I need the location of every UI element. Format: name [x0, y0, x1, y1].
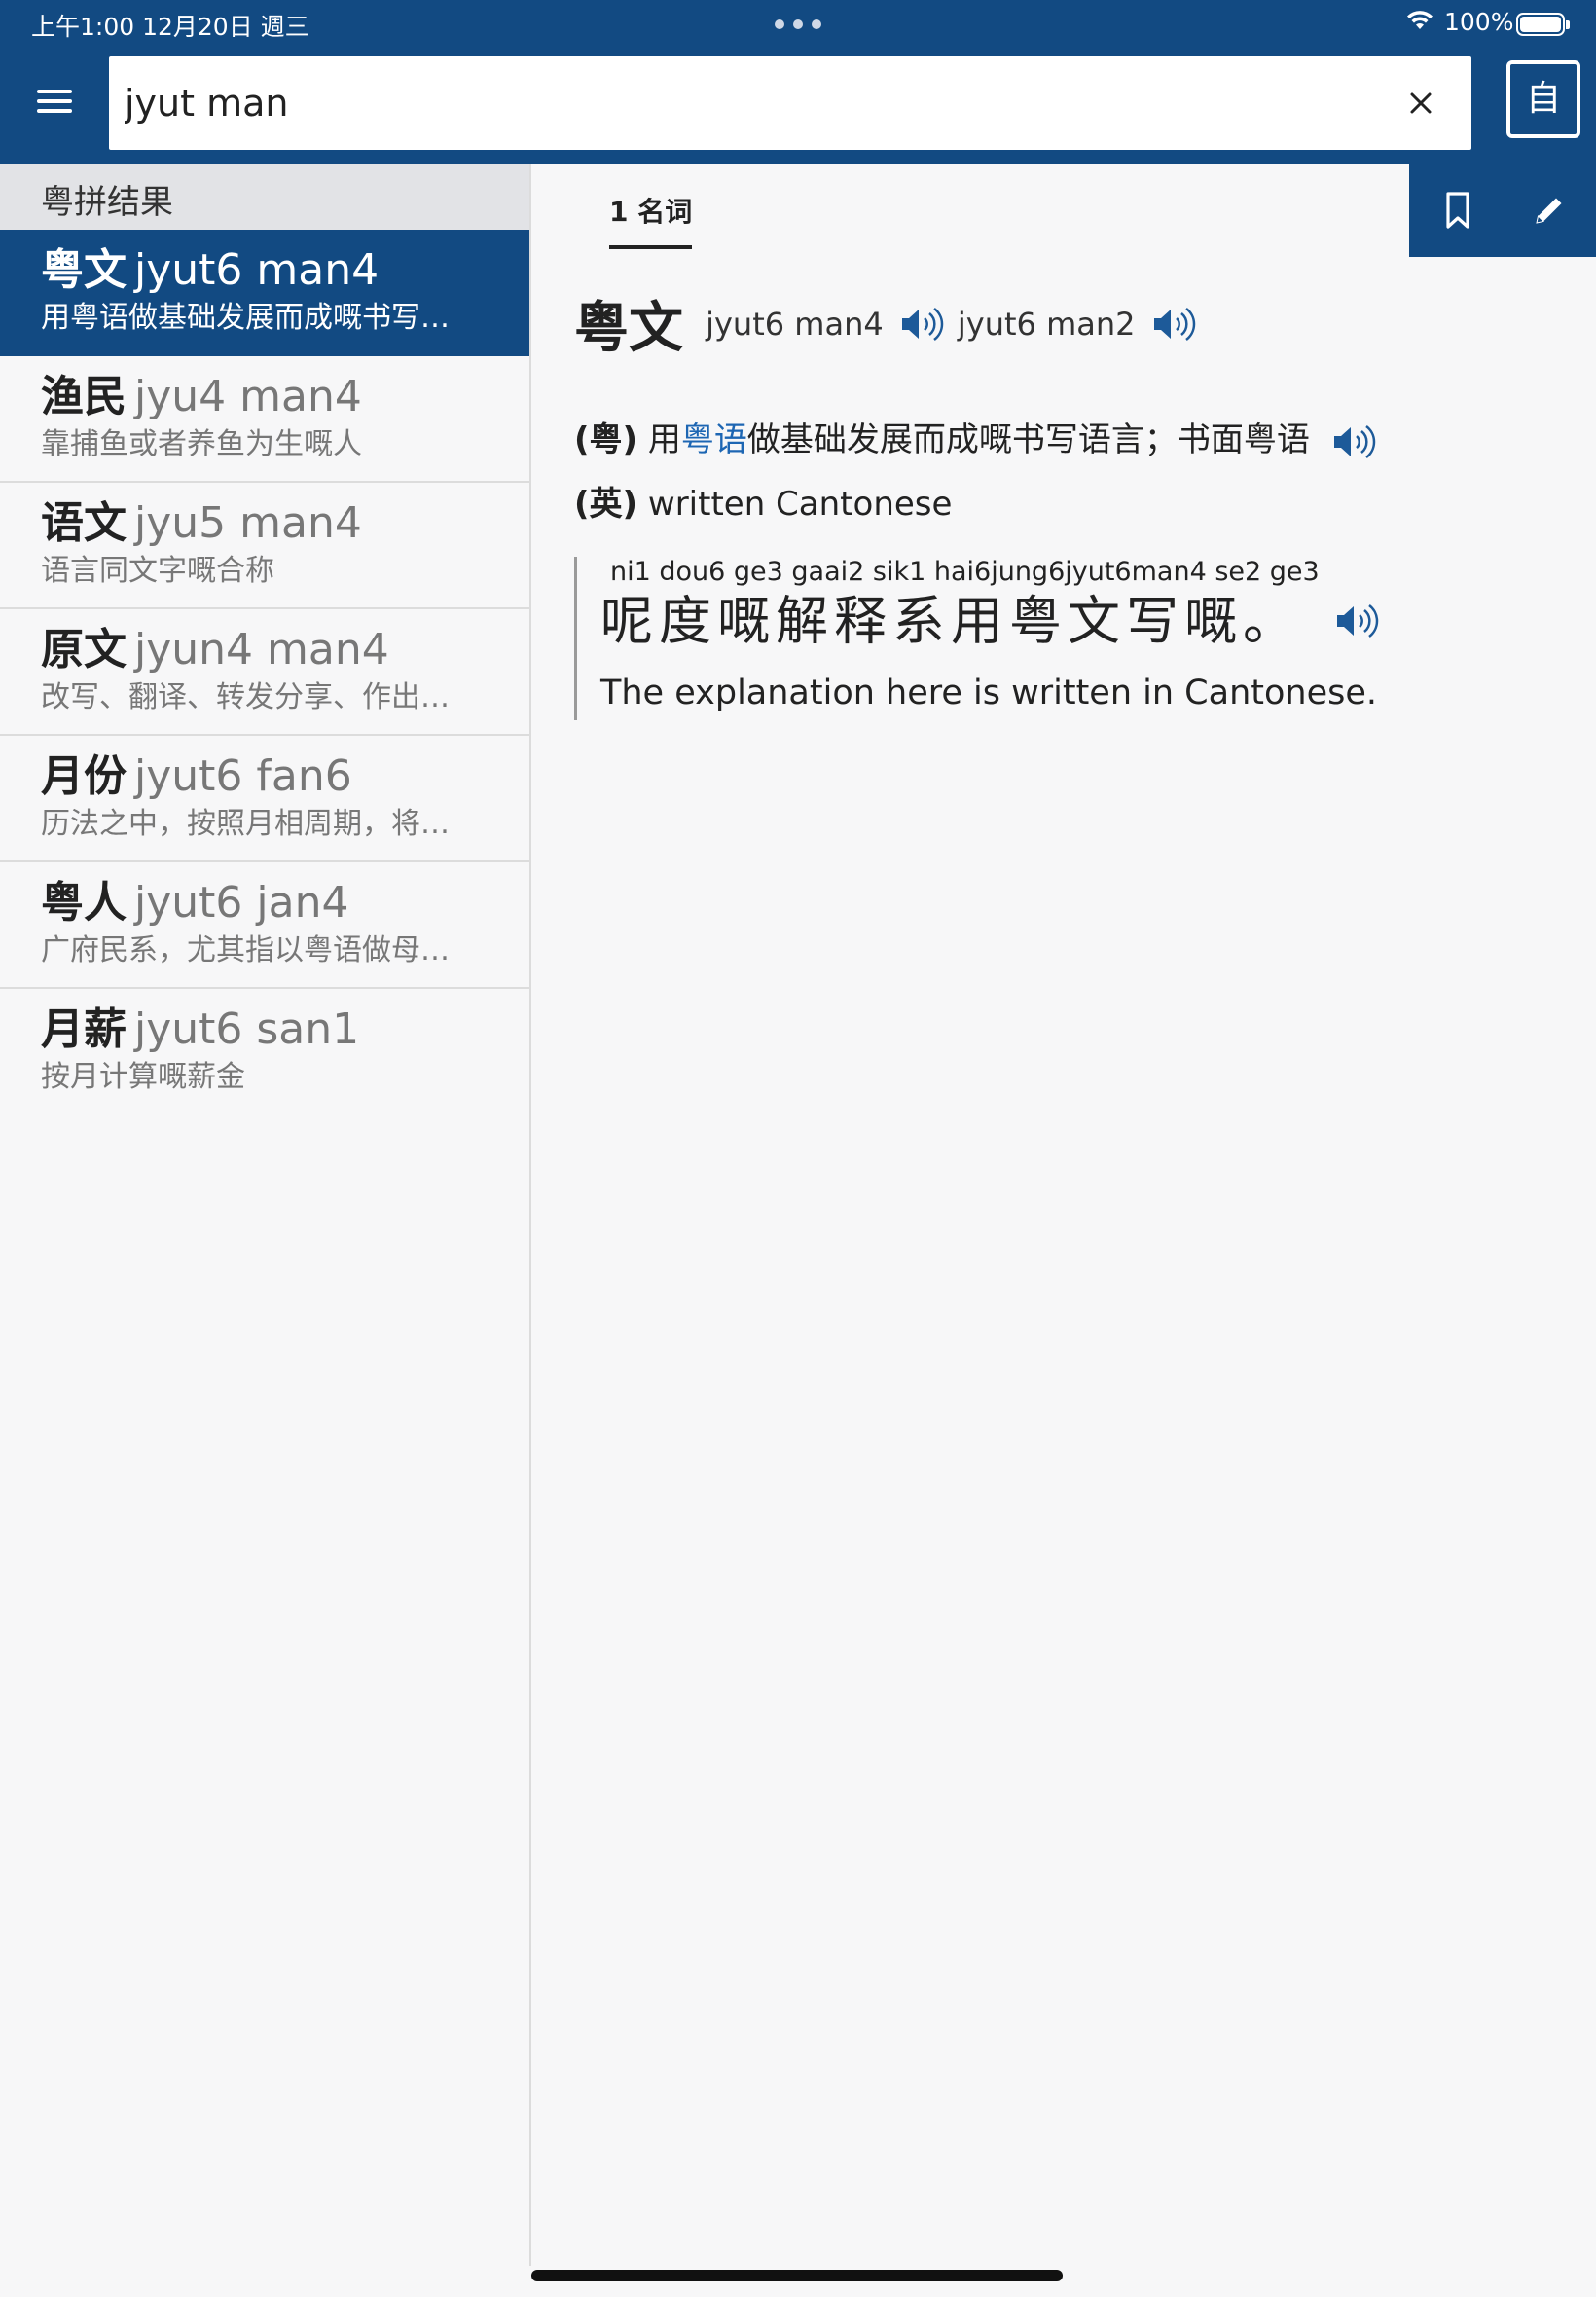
search-mode-button[interactable]: 自: [1506, 60, 1580, 138]
result-item[interactable]: 粤人 jyut6 jan4 广府民系，尤其指以粤语做母…: [0, 862, 529, 989]
cantonese-label: (粤): [574, 420, 638, 459]
english-definition: (英) written Cantonese: [574, 477, 952, 525]
result-item[interactable]: 月薪 jyut6 san1 按月计算嘅薪金: [0, 989, 529, 1115]
menu-icon: [37, 90, 72, 93]
example-translation: The explanation here is written in Canto…: [600, 674, 1377, 713]
wifi-icon: [1407, 11, 1433, 29]
battery-percent: 100%: [1444, 8, 1514, 36]
result-item[interactable]: 原文 jyun4 man4 改写、翻译、转发分享、作出…: [0, 609, 529, 736]
status-bar: 上午1:00 12月20日 週三 100%: [0, 0, 1596, 47]
result-word: 渔民: [41, 372, 127, 421]
result-jyutping: jyut6 fan6: [134, 751, 352, 801]
speaker-icon[interactable]: [1333, 602, 1382, 640]
result-jyutping: jyu4 man4: [134, 372, 362, 421]
headword: 粤文: [574, 297, 683, 360]
result-gloss: 用粤语做基础发展而成嘅书写…: [41, 301, 450, 335]
result-jyutping: jyu5 man4: [134, 498, 362, 548]
top-bar: 上午1:00 12月20日 週三 100% 自: [0, 0, 1596, 164]
bookmark-icon: [1446, 192, 1469, 229]
result-gloss: 改写、翻译、转发分享、作出…: [41, 680, 450, 714]
search-input[interactable]: [125, 74, 1351, 132]
speaker-icon[interactable]: [1150, 305, 1199, 344]
definition-text: written Cantonese: [647, 485, 953, 524]
result-item[interactable]: 月份 jyut6 fan6 历法之中，按照月相周期，将…: [0, 736, 529, 862]
result-word: 月份: [41, 751, 127, 801]
menu-button[interactable]: [29, 82, 80, 121]
result-jyutping: jyut6 man4: [134, 245, 380, 295]
status-time: 上午1:00 12月20日 週三: [31, 13, 309, 41]
result-word: 粤人: [41, 878, 127, 928]
pencil-icon: [1536, 198, 1562, 224]
definition-link[interactable]: 粤语: [681, 420, 747, 459]
example-text: 呢度嘅解释系用粤文写嘅。: [600, 590, 1301, 652]
edit-button[interactable]: [1524, 185, 1575, 236]
results-section-title: 粤拼结果: [0, 164, 529, 230]
result-jyutping: jyun4 man4: [134, 625, 389, 675]
result-word: 语文: [41, 498, 127, 548]
speaker-icon[interactable]: [898, 305, 947, 344]
search-box: [109, 56, 1471, 150]
multitasking-dots-icon[interactable]: [775, 19, 821, 29]
bookmark-button[interactable]: [1433, 185, 1483, 236]
result-jyutping: jyut6 san1: [134, 1004, 360, 1054]
clear-search-button[interactable]: [1399, 82, 1442, 125]
result-gloss: 广府民系，尤其指以粤语做母…: [41, 933, 450, 967]
result-gloss: 历法之中，按照月相周期，将…: [41, 807, 450, 841]
result-word: 粤文: [41, 245, 127, 295]
entry-actions: [1409, 164, 1596, 257]
example-jyutping: ni1 dou6 ge3 gaai2 sik1 hai6jung6jyut6ma…: [610, 557, 1320, 587]
close-icon: [1410, 92, 1432, 114]
pos-tab-strip: 1 名词: [533, 164, 1596, 257]
result-item[interactable]: 语文 jyu5 man4 语言同文字嘅合称: [0, 483, 529, 609]
definition-text: 用: [647, 420, 681, 459]
cantonese-definition: (粤) 用粤语做基础发展而成嘅书写语言；书面粤语: [574, 413, 1379, 461]
result-gloss: 靠捕鱼或者养鱼为生嘅人: [41, 427, 362, 461]
result-item[interactable]: 渔民 jyu4 man4 靠捕鱼或者养鱼为生嘅人: [0, 356, 529, 483]
entry-detail: 1 名词 粤文 jyut6 man4 jyut6 man2 (粤) 用粤语做基础…: [533, 164, 1596, 2266]
definition-text: 做基础发展而成嘅书写语言；书面粤语: [746, 420, 1310, 459]
pronunciation: jyut6 man4: [706, 305, 884, 343]
result-jyutping: jyut6 jan4: [134, 878, 349, 928]
results-sidebar: 粤拼结果 粤文 jyut6 man4 用粤语做基础发展而成嘅书写… 渔民 jyu4 …: [0, 164, 531, 2266]
example-sentence: ni1 dou6 ge3 gaai2 sik1 hai6jung6jyut6ma…: [574, 557, 1450, 720]
english-label: (英): [574, 485, 638, 524]
result-word: 月薪: [41, 1004, 127, 1054]
result-gloss: 按月计算嘅薪金: [41, 1060, 245, 1094]
home-indicator[interactable]: [531, 2270, 1063, 2281]
tab-noun[interactable]: 1 名词: [609, 191, 693, 249]
pronunciation: jyut6 man2: [957, 305, 1136, 343]
battery-icon: [1516, 13, 1570, 36]
speaker-icon[interactable]: [1330, 422, 1379, 461]
result-gloss: 语言同文字嘅合称: [41, 554, 274, 588]
result-word: 原文: [41, 625, 127, 675]
entry-headword: 粤文 jyut6 man4 jyut6 man2: [574, 284, 1199, 363]
result-item[interactable]: 粤文 jyut6 man4 用粤语做基础发展而成嘅书写…: [0, 230, 529, 356]
